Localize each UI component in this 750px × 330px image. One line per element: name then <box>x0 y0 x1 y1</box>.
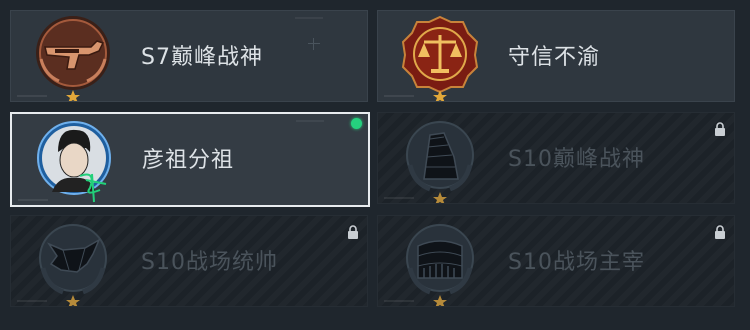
colosseum-emblem-icon <box>400 220 480 306</box>
card-decoration <box>18 199 48 201</box>
badge-card-keep-promise[interactable]: 守信不渝 <box>377 10 735 102</box>
badge-title: S10战场统帅 <box>141 250 278 275</box>
badge-card-s10-dominator[interactable]: S10战场主宰 <box>377 215 735 307</box>
bronze-gun-emblem-icon <box>33 15 113 101</box>
aircraft-emblem-icon <box>33 220 113 306</box>
badge-card-yanzu[interactable]: 彦祖分祖 <box>10 112 370 207</box>
crosshair-icon <box>308 38 320 50</box>
card-decoration <box>296 120 324 122</box>
celebrity-portrait-signature-icon <box>36 118 116 204</box>
badge-card-s10-commander[interactable]: S10战场统帅 <box>10 215 368 307</box>
card-decoration <box>17 95 47 97</box>
badge-title: S10战场主宰 <box>508 250 645 275</box>
badge-card-s7-peak-god[interactable]: S7巅峰战神 <box>10 10 368 102</box>
card-decoration <box>384 95 414 97</box>
badge-title: S10巅峰战神 <box>508 147 645 172</box>
card-decoration <box>295 17 323 19</box>
card-decoration <box>384 300 414 302</box>
badge-grid: S7巅峰战神 守信不渝 彦祖分祖 S10巅峰战神 S10战场统帅 S10战场主宰 <box>0 0 750 330</box>
badge-title: S7巅峰战神 <box>141 45 263 70</box>
lock-icon <box>714 224 726 239</box>
scales-of-justice-emblem-icon <box>400 15 480 101</box>
lock-icon <box>347 224 359 239</box>
lock-icon <box>714 121 726 136</box>
tower-building-emblem-icon <box>400 117 480 203</box>
card-decoration <box>384 197 414 199</box>
badge-title: 彦祖分祖 <box>142 148 235 173</box>
badge-title: 守信不渝 <box>508 45 601 70</box>
badge-card-s10-peak-god[interactable]: S10巅峰战神 <box>377 112 735 204</box>
selected-indicator-dot <box>351 118 362 129</box>
card-decoration <box>17 300 47 302</box>
